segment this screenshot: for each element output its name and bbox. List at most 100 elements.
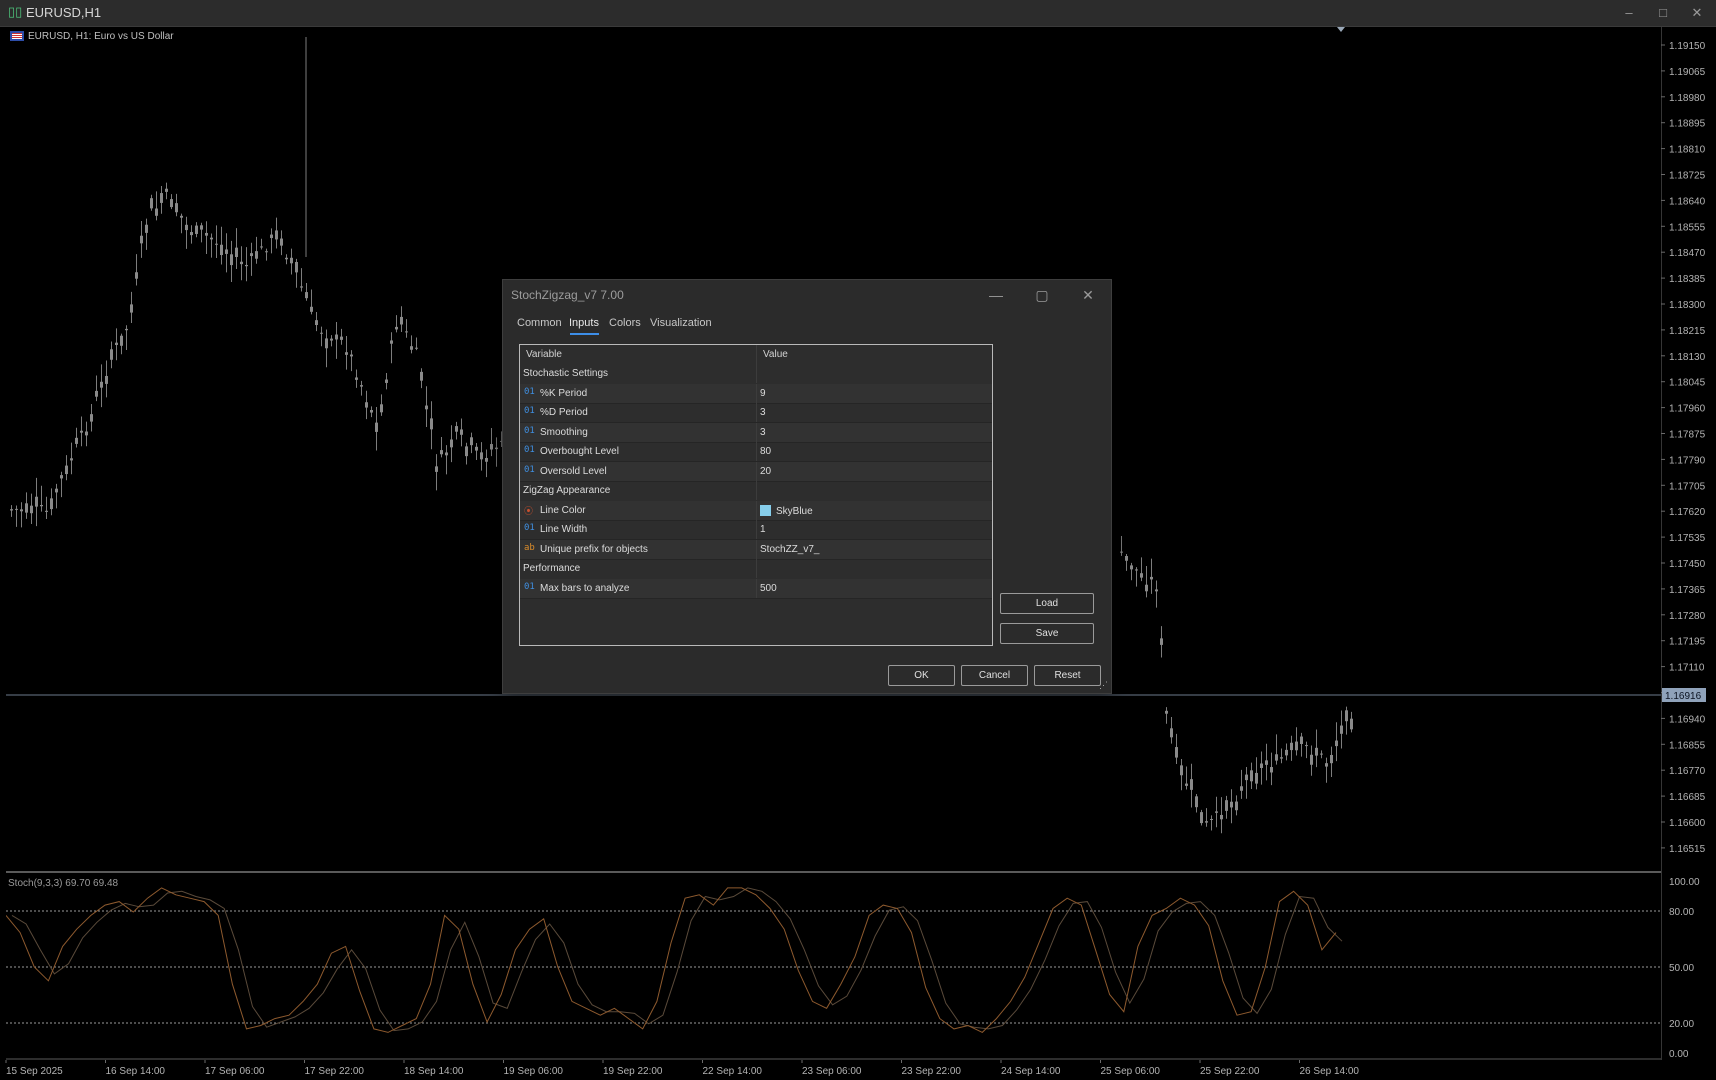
candle-body	[115, 342, 118, 346]
price-axis[interactable]: 1.19150 1.19065 1.18980 1.18895 1.18810 1.187…	[1661, 27, 1716, 1060]
candle-body	[1210, 818, 1213, 820]
param-row[interactable]: 01 Oversold Level 20	[520, 461, 992, 482]
param-value[interactable]: 3	[760, 427, 766, 438]
candle-body	[85, 431, 88, 436]
candle-body	[1180, 765, 1183, 776]
price-tick-label: 1.17365	[1669, 585, 1706, 596]
param-row[interactable]: 01 %D Period 3	[520, 403, 992, 423]
dialog-title: StochZigzag_v7 7.00	[511, 288, 624, 302]
tab-visualization[interactable]: Visualization	[650, 317, 712, 329]
price-tick-label: 1.19065	[1669, 67, 1706, 78]
candle-body	[270, 234, 273, 239]
param-row[interactable]: 01 Smoothing 3	[520, 422, 992, 443]
candle-body	[50, 498, 53, 510]
tab-inputs[interactable]: Inputs	[569, 317, 599, 329]
candle-body	[1205, 821, 1208, 823]
tab-common[interactable]: Common	[517, 317, 562, 329]
minimize-icon[interactable]: –	[1614, 3, 1644, 23]
stochastic-chart[interactable]	[6, 875, 1661, 1060]
column-header-value: Value	[763, 349, 788, 360]
time-tick-label: 25 Sep 06:00	[1101, 1066, 1161, 1077]
candle-body	[1190, 779, 1193, 790]
reset-button[interactable]: Reset	[1034, 665, 1101, 686]
candle-body	[230, 254, 233, 266]
price-tick-label: 1.16600	[1669, 818, 1706, 829]
candle-body	[145, 224, 148, 233]
tab-colors[interactable]: Colors	[609, 317, 641, 329]
price-tick-label: 1.18555	[1669, 222, 1706, 233]
load-button[interactable]: Load	[1000, 593, 1094, 614]
param-name: Oversold Level	[540, 465, 607, 477]
candle-body	[1315, 747, 1318, 756]
candle-body	[235, 247, 238, 257]
price-tick-label: 1.17110	[1669, 663, 1705, 674]
close-icon[interactable]: ✕	[1682, 3, 1712, 23]
param-value[interactable]: SkyBlue	[760, 504, 813, 517]
save-button[interactable]: Save	[1000, 623, 1094, 644]
param-row[interactable]: 01 Max bars to analyze 500	[520, 578, 992, 599]
candle-body	[1175, 747, 1178, 758]
candle-body	[130, 304, 133, 313]
candle-body	[1130, 565, 1133, 570]
price-tick-label: 1.18385	[1669, 274, 1706, 285]
param-value[interactable]: StochZZ_v7_	[760, 544, 819, 555]
candle-body	[140, 235, 143, 244]
param-row[interactable]: 01 Line Width 1	[520, 520, 992, 540]
candle-body	[1350, 718, 1353, 730]
window-titlebar: ▯▯ EURUSD,H1 – □ ✕	[0, 0, 1716, 27]
group-row: Performance	[520, 559, 992, 578]
candle-body	[105, 375, 108, 384]
param-value[interactable]: 9	[760, 388, 766, 399]
candle-body	[1275, 754, 1278, 761]
price-tick-label: 1.16770	[1669, 766, 1706, 777]
price-tick-label: 1.18045	[1669, 378, 1706, 389]
oscillator-label: Stoch(9,3,3) 69.70 69.48	[8, 878, 119, 889]
candle-body	[1125, 556, 1128, 561]
symbol-label: EURUSD, H1: Euro vs US Dollar	[10, 31, 174, 42]
candle-body	[435, 466, 438, 472]
candle-body	[370, 409, 373, 413]
candle-body	[170, 199, 173, 208]
maximize-icon[interactable]: □	[1648, 3, 1678, 23]
price-tick-label: 1.16940	[1669, 714, 1706, 725]
ok-button[interactable]: OK	[888, 665, 955, 686]
param-value[interactable]: 500	[760, 583, 777, 594]
cancel-button[interactable]: Cancel	[961, 665, 1028, 686]
close-icon[interactable]: ✕	[1071, 282, 1105, 308]
candle-body	[245, 264, 248, 267]
minimize-icon[interactable]: —	[979, 282, 1013, 308]
candle-body	[60, 475, 63, 479]
param-value[interactable]: 3	[760, 407, 766, 418]
price-tick-label: 1.18725	[1669, 171, 1706, 182]
param-name: Smoothing	[540, 426, 588, 438]
candle-body	[410, 346, 413, 350]
param-row[interactable]: ⦿ Line Color SkyBlue	[520, 500, 992, 521]
param-value[interactable]: 20	[760, 466, 771, 477]
param-value[interactable]: 1	[760, 524, 766, 535]
param-row[interactable]: ab Unique prefix for objects StochZZ_v7_	[520, 539, 992, 560]
candle-body	[480, 452, 483, 460]
oscillator-tick-label: 50.00	[1669, 963, 1694, 974]
candle-body	[390, 340, 393, 344]
resize-grip-icon[interactable]: ⋰	[1099, 680, 1109, 690]
param-name: %K Period	[540, 387, 588, 399]
time-axis[interactable]: 15 Sep 2025 16 Sep 14:00 17 Sep 06:00 17 Se…	[0, 1060, 1716, 1080]
candle-body	[310, 306, 313, 312]
param-row[interactable]: 01 %K Period 9	[520, 383, 992, 404]
current-price-label: 1.16916	[1665, 691, 1702, 702]
param-name: Overbought Level	[540, 446, 619, 457]
param-value[interactable]: 80	[760, 446, 771, 457]
group-label: ZigZag Appearance	[523, 485, 611, 496]
param-row[interactable]: 01 Overbought Level 80	[520, 442, 992, 462]
maximize-icon[interactable]: ▢	[1025, 282, 1059, 308]
color-param-icon: ⦿	[524, 506, 534, 517]
candle-body	[95, 390, 98, 397]
stoch-main-line	[6, 887, 1337, 1034]
candle-body	[1165, 710, 1168, 714]
candle-body	[1160, 638, 1163, 645]
candle-body	[1145, 584, 1148, 592]
candle-body	[360, 385, 363, 387]
price-tick-label: 1.16685	[1669, 792, 1706, 803]
candle-body	[1255, 772, 1258, 784]
candle-body	[385, 379, 388, 383]
